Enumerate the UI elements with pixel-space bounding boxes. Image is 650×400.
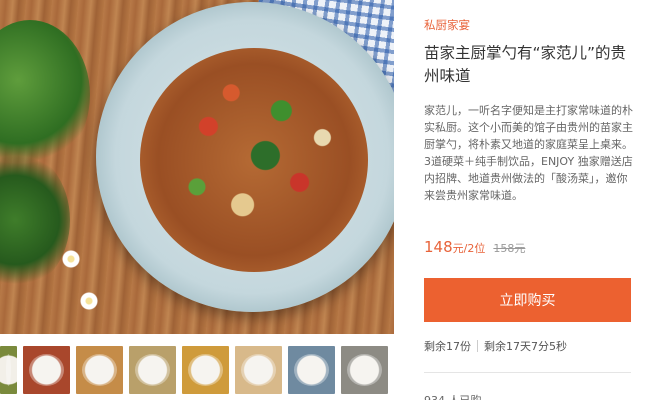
original-price: 158元 <box>493 242 526 255</box>
buy-now-button[interactable]: 立即购买 <box>424 278 631 322</box>
stock-info: 剩余17份 剩余17天7分5秒 <box>424 338 567 354</box>
purchase-count: 934 人已购 <box>424 392 482 400</box>
divider <box>477 340 478 352</box>
hero-dish-image <box>0 0 394 334</box>
flower-decoration <box>62 250 80 268</box>
flower-decoration <box>80 292 98 310</box>
section-divider <box>424 372 631 373</box>
thumbnail-strip <box>0 346 394 400</box>
thumbnail-6[interactable] <box>235 346 282 394</box>
category-label: 私厨家宴 <box>424 18 470 32</box>
product-description: 家范儿，一听名字便知是主打家常味道的朴实私厨。这个小而美的馆子由贵州的苗家主厨掌… <box>424 104 633 202</box>
thumbnail-4[interactable] <box>129 346 176 394</box>
thumbnail-3[interactable] <box>76 346 123 394</box>
thumbnail-7[interactable] <box>288 346 335 394</box>
time-remaining: 剩余17天7分5秒 <box>484 340 567 353</box>
stock-remaining: 剩余17份 <box>424 340 471 353</box>
price-value: 148 <box>424 238 453 256</box>
product-title: 苗家主厨掌勺有“家范儿”的贵州味道 <box>424 44 627 85</box>
thumbnail-2[interactable] <box>23 346 70 394</box>
thumbnail-8[interactable] <box>341 346 388 394</box>
price-unit: 元/2位 <box>452 242 486 255</box>
stir-fry-dish <box>140 48 368 272</box>
price-row: 148元/2位 158元 <box>424 238 525 256</box>
thumbnail-5[interactable] <box>182 346 229 394</box>
thumbnail-1[interactable] <box>0 346 17 394</box>
current-price: 148元/2位 <box>424 238 485 256</box>
